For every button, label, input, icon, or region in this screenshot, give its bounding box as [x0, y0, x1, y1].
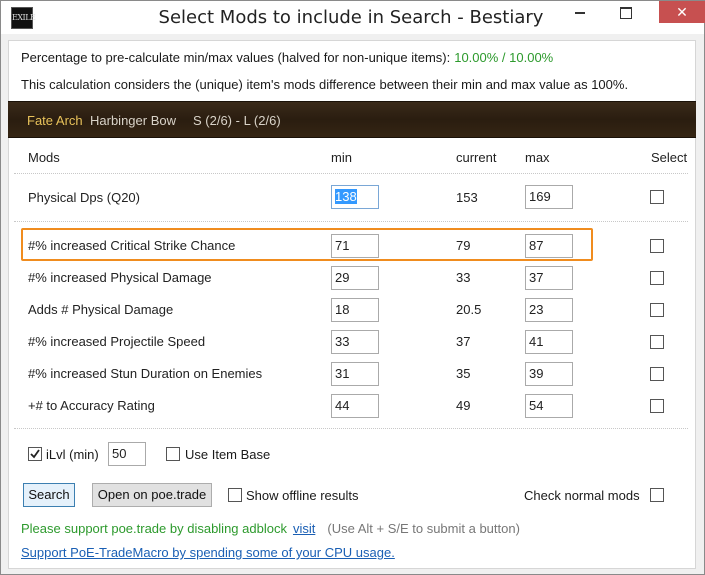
precalc-label: Percentage to pre-calculate min/max valu… [21, 50, 451, 65]
max-input[interactable]: 87 [525, 234, 573, 258]
check-normal-mods-label: Check normal mods [524, 488, 640, 503]
min-input[interactable]: 44 [331, 394, 379, 418]
min-input[interactable]: 18 [331, 298, 379, 322]
column-header-current: current [456, 150, 497, 165]
footer-separator [14, 428, 688, 429]
support-macro-link[interactable]: Support PoE-TradeMacro by spending some … [21, 545, 395, 560]
support-text: Please support poe.trade by disabling ad… [21, 521, 287, 536]
use-item-base-label: Use Item Base [185, 447, 271, 462]
ilvl-input[interactable]: 50 [108, 442, 146, 466]
item-sockets: S (2/6) - L (2/6) [193, 113, 281, 128]
use-item-base-checkbox[interactable] [166, 447, 180, 461]
current-value: 49 [456, 398, 471, 413]
item-banner: Fate Arch Harbinger Bow S (2/6) - L (2/6… [8, 101, 696, 138]
check-normal-mods-checkbox[interactable] [650, 488, 664, 502]
max-input[interactable]: 41 [525, 330, 573, 354]
minimize-button[interactable] [567, 1, 593, 23]
visit-link[interactable]: visit [293, 521, 315, 536]
min-input[interactable]: 29 [331, 266, 379, 290]
select-checkbox[interactable] [650, 190, 664, 204]
max-input[interactable]: 37 [525, 266, 573, 290]
current-value: 153 [456, 190, 478, 205]
current-value: 79 [456, 238, 471, 253]
select-checkbox[interactable] [650, 239, 664, 253]
current-value: 35 [456, 366, 471, 381]
precalc-info: Percentage to pre-calculate min/max valu… [21, 50, 553, 65]
min-input[interactable]: 138 [331, 185, 379, 209]
column-header-mods: Mods [28, 150, 60, 165]
mod-label: #% increased Stun Duration on Enemies [28, 366, 263, 381]
column-header-max: max [525, 150, 550, 165]
shortcut-hint: (Use Alt + S/E to submit a button) [327, 521, 520, 536]
item-base: Harbinger Bow [90, 113, 176, 128]
close-button[interactable]: ✕ [659, 1, 705, 23]
min-input[interactable]: 71 [331, 234, 379, 258]
title-bar[interactable]: EXILE Select Mods to include in Search -… [1, 1, 705, 34]
max-input[interactable]: 23 [525, 298, 573, 322]
max-input[interactable]: 169 [525, 185, 573, 209]
max-input[interactable]: 54 [525, 394, 573, 418]
mod-label: Adds # Physical Damage [28, 302, 174, 317]
calc-note: This calculation considers the (unique) … [21, 77, 629, 92]
column-header-min: min [331, 150, 352, 165]
select-checkbox[interactable] [650, 271, 664, 285]
show-offline-checkbox[interactable] [228, 488, 242, 502]
header-separator [14, 173, 688, 174]
current-value: 37 [456, 334, 471, 349]
app-icon: EXILE [11, 7, 36, 29]
mod-label: #% increased Physical Damage [28, 270, 212, 285]
select-checkbox[interactable] [650, 303, 664, 317]
row-separator [14, 221, 688, 222]
close-icon: ✕ [676, 4, 688, 20]
maximize-button[interactable] [613, 1, 639, 23]
current-value: 20.5 [456, 302, 482, 317]
ilvl-checkbox[interactable] [28, 447, 42, 461]
item-name: Fate Arch [27, 113, 83, 128]
search-button[interactable]: Search [23, 483, 75, 507]
current-value: 33 [456, 270, 471, 285]
min-input[interactable]: 31 [331, 362, 379, 386]
select-checkbox[interactable] [650, 335, 664, 349]
precalc-value: 10.00% / 10.00% [454, 50, 554, 65]
select-checkbox[interactable] [650, 367, 664, 381]
mod-label: Physical Dps (Q20) [28, 190, 140, 205]
min-value: 138 [335, 189, 357, 204]
minimize-icon [575, 11, 585, 14]
min-input[interactable]: 33 [331, 330, 379, 354]
max-input[interactable]: 39 [525, 362, 573, 386]
select-checkbox[interactable] [650, 399, 664, 413]
mod-label: #% increased Critical Strike Chance [28, 238, 236, 253]
support-line: Please support poe.trade by disabling ad… [21, 521, 520, 536]
checkmark-icon [30, 449, 40, 459]
maximize-icon [620, 6, 632, 19]
ilvl-label: iLvl (min) [46, 447, 99, 462]
mod-label: +# to Accuracy Rating [28, 398, 155, 413]
window-title: Select Mods to include in Search - Besti… [158, 7, 544, 28]
mod-label: #% increased Projectile Speed [28, 334, 206, 349]
open-on-poe-trade-button[interactable]: Open on poe.trade [92, 483, 212, 507]
column-header-select: Select [651, 150, 688, 165]
show-offline-label: Show offline results [246, 488, 359, 503]
